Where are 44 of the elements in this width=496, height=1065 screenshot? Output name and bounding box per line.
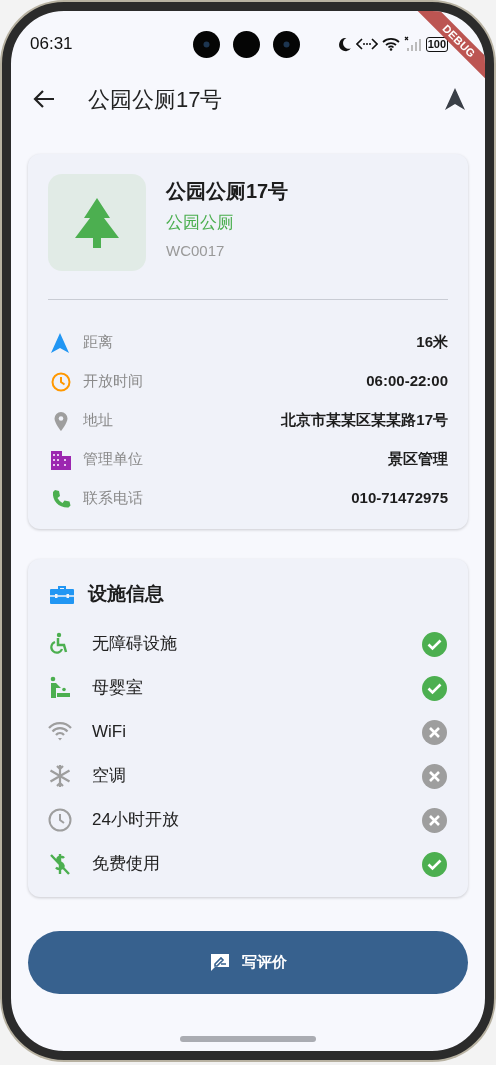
info-value: 010-71472975 bbox=[351, 488, 448, 509]
camera-icon bbox=[273, 31, 300, 58]
place-name: 公园公厕17号 bbox=[166, 179, 289, 204]
wifi-icon bbox=[381, 37, 400, 51]
info-label: 管理单位 bbox=[83, 449, 143, 470]
snowflake-icon bbox=[48, 764, 72, 788]
info-value: 06:00-22:00 bbox=[366, 371, 448, 392]
facility-label: 无障碍设施 bbox=[92, 633, 177, 656]
code-icon bbox=[355, 37, 378, 51]
facility-label: 免费使用 bbox=[92, 853, 160, 876]
no-money-icon bbox=[48, 852, 72, 876]
back-arrow-icon bbox=[33, 89, 55, 109]
info-value: 北京市某某区某某路17号 bbox=[281, 410, 448, 431]
baby-changing-icon bbox=[48, 676, 72, 700]
camera-icon bbox=[233, 31, 260, 58]
rate-review-icon bbox=[209, 953, 230, 972]
status-time: 06:31 bbox=[30, 33, 73, 56]
info-label: 距离 bbox=[83, 332, 113, 353]
place-category: 公园公厕 bbox=[166, 212, 235, 234]
info-value: 16米 bbox=[416, 332, 448, 353]
navigate-button[interactable] bbox=[443, 86, 467, 112]
clock-icon bbox=[48, 808, 72, 832]
building-icon bbox=[51, 449, 71, 470]
info-label: 开放时间 bbox=[83, 371, 143, 392]
page-title: 公园公厕17号 bbox=[88, 85, 223, 114]
navigation-arrow-icon bbox=[51, 332, 71, 353]
info-label: 联系电话 bbox=[83, 488, 143, 509]
signal-icon bbox=[403, 36, 422, 52]
info-value: 景区管理 bbox=[388, 449, 448, 470]
facility-label: WiFi bbox=[92, 721, 126, 744]
phone-icon bbox=[51, 488, 71, 509]
facility-label: 24小时开放 bbox=[92, 809, 179, 832]
toolbox-icon bbox=[49, 583, 75, 605]
write-review-button[interactable]: 写评价 bbox=[28, 931, 468, 994]
facility-label: 空调 bbox=[92, 765, 126, 788]
moon-icon bbox=[336, 36, 352, 52]
tree-icon bbox=[75, 197, 119, 248]
facility-label: 母婴室 bbox=[92, 677, 143, 700]
camera-icon bbox=[193, 31, 220, 58]
clock-icon bbox=[51, 371, 71, 392]
info-label: 地址 bbox=[83, 410, 113, 431]
navigation-arrow-icon bbox=[445, 88, 465, 110]
place-code: WC0017 bbox=[166, 241, 226, 261]
section-title: 设施信息 bbox=[88, 581, 164, 606]
